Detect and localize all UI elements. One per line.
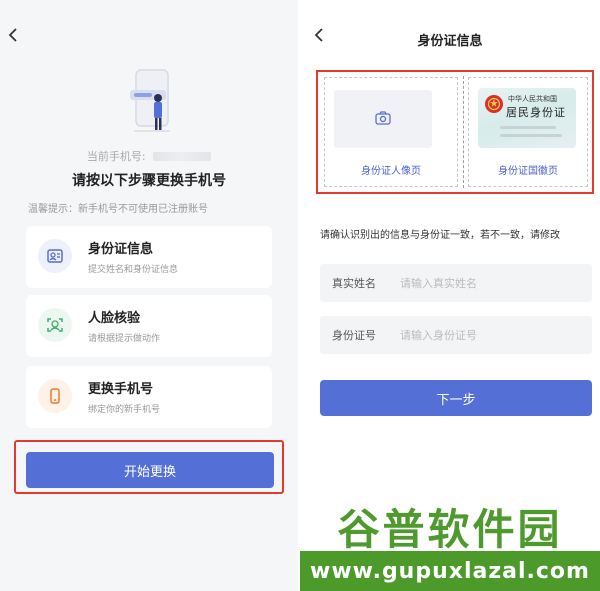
field-label: 真实姓名: [332, 277, 376, 290]
step-card-change-phone[interactable]: 更换手机号 绑定你的新手机号: [26, 366, 272, 428]
portrait-caption: 身份证人像页: [361, 166, 421, 177]
id-card-line: [500, 134, 562, 137]
watermark-url: www.gupuxlazal.com: [300, 551, 600, 591]
watermark-logo: 谷普软件园: [337, 505, 563, 554]
step-title: 身份证信息: [88, 242, 154, 257]
portrait-upload-button[interactable]: [334, 90, 432, 148]
tip-text: 温馨提示：新手机号不可使用已注册账号: [28, 204, 208, 215]
phone-illustration: [128, 68, 176, 136]
step-title: 更换手机号: [88, 382, 154, 397]
emblem-upload-button[interactable]: 中华人民共和国 居民身份证: [478, 88, 576, 148]
name-input[interactable]: 请输入真实姓名: [400, 275, 477, 291]
id-card-country: 中华人民共和国: [508, 95, 557, 103]
steps-title: 请按以下步骤更换手机号: [72, 173, 226, 189]
id-card-icon: [38, 239, 72, 273]
back-chevron-icon[interactable]: [8, 26, 26, 50]
next-step-button[interactable]: 下一步: [320, 380, 592, 416]
camera-icon: [375, 110, 391, 129]
id-card-title: 居民身份证: [506, 106, 566, 119]
step-desc: 提交姓名和身份证信息: [88, 265, 179, 275]
step-desc: 绑定你的新手机号: [88, 405, 161, 415]
masked-phone-number: [153, 152, 212, 161]
step-card-id-info[interactable]: 身份证信息 提交姓名和身份证信息: [26, 226, 272, 288]
id-number-field[interactable]: 身份证号 请输入身份证号: [320, 316, 592, 354]
id-number-input[interactable]: 请输入身份证号: [400, 327, 477, 343]
face-scan-icon: [38, 308, 72, 342]
emblem-caption: 身份证国徽页: [498, 166, 558, 177]
id-card-line: [500, 126, 556, 129]
change-phone-screen: 当前手机号: 请按以下步骤更换手机号 温馨提示：新手机号不可使用已注册账号 身份…: [0, 0, 298, 591]
confirm-text: 请确认识别出的信息与身份证一致，若不一致，请修改: [320, 230, 560, 241]
page-title: 身份证信息: [417, 34, 483, 49]
step-title: 人脸核验: [88, 311, 141, 326]
name-field[interactable]: 真实姓名 请输入真实姓名: [320, 264, 592, 302]
field-label: 身份证号: [332, 329, 376, 342]
phone-icon: [38, 379, 72, 413]
divider: [463, 76, 464, 188]
national-emblem-icon: [484, 94, 504, 114]
start-change-button[interactable]: 开始更换: [26, 452, 274, 488]
step-desc: 请根据提示做动作: [88, 334, 161, 344]
current-phone: 当前手机号:: [0, 148, 298, 164]
step-card-face-verify[interactable]: 人脸核验 请根据提示做动作: [26, 295, 272, 357]
current-phone-label: 当前手机号:: [86, 150, 146, 163]
